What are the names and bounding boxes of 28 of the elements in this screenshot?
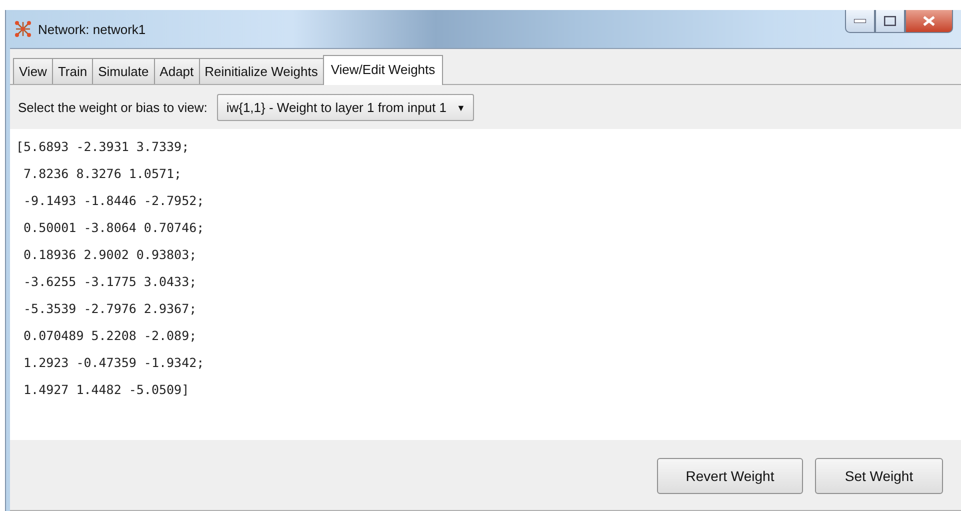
minimize-icon (854, 19, 866, 23)
weight-row-text: 0.50001 -3.8064 0.70746; (22, 219, 204, 237)
weight-row-text: 1.4927 1.4482 -5.0509] (22, 381, 190, 399)
maximize-icon (884, 16, 896, 26)
close-button[interactable] (905, 10, 953, 33)
tab[interactable]: View/Edit Weights (322, 55, 444, 85)
weight-row-text: -5.3539 -2.7976 2.9367; (22, 300, 197, 318)
weight-row-text: -3.6255 -3.1775 3.0433; (22, 273, 197, 291)
tab[interactable]: Adapt (154, 58, 200, 84)
tab[interactable]: Reinitialize Weights (198, 58, 324, 84)
minimize-button[interactable] (845, 10, 875, 33)
weight-button[interactable]: Set Weight (815, 458, 943, 494)
weight-row-text: [5.6893 -2.3931 3.7339; (16, 138, 190, 156)
network-icon (14, 20, 32, 38)
window-title: Network: network1 (38, 22, 146, 36)
tab[interactable]: Train (52, 58, 94, 84)
tab[interactable]: Simulate (92, 58, 155, 84)
maximize-button[interactable] (875, 10, 905, 33)
weight-button[interactable]: Revert Weight (657, 458, 803, 494)
selector-label: Select the weight or bias to view: (18, 100, 208, 115)
weight-row-text: 1.2923 -0.47359 -1.9342; (22, 354, 204, 372)
close-icon (923, 16, 935, 26)
weight-row-text: 0.18936 2.9002 0.93803; (22, 246, 197, 264)
tab[interactable]: View (13, 58, 53, 84)
weight-dropdown[interactable]: iw{1,1} - Weight to layer 1 from input 1 ▼ (217, 94, 474, 121)
weight-row-text: 7.8236 8.3276 1.0571; (22, 165, 182, 183)
weight-row-text: 0.070489 5.2208 -2.089; (22, 327, 197, 345)
weight-row-text: -9.1493 -1.8446 -2.7952; (22, 192, 204, 210)
